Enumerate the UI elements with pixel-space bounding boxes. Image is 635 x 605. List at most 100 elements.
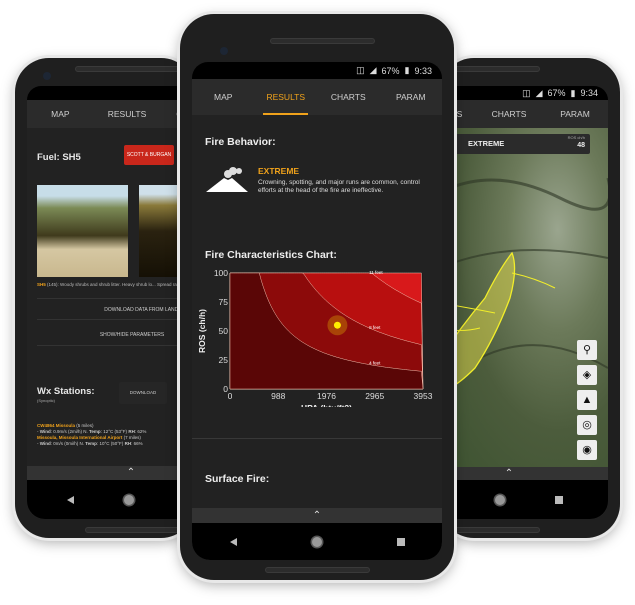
y-tick-label: 75: [219, 297, 229, 307]
fuel-photo-1: [37, 185, 128, 277]
status-bar: [27, 86, 195, 100]
tab-bar: MAP RESULTS CHARTS PARAM: [192, 79, 442, 115]
tab-results[interactable]: RESULTS: [94, 100, 161, 128]
station-distance: (5 miles): [76, 423, 94, 428]
fire-behavior-title: Fire Behavior:: [205, 136, 276, 148]
home-icon[interactable]: [495, 494, 505, 505]
bottom-speaker: [440, 527, 540, 533]
home-icon[interactable]: [311, 536, 322, 547]
station-list: CW4864 Missoula (5 miles) - Wind: 0.9m/s…: [37, 423, 195, 447]
band-label: 8 feet: [369, 325, 381, 330]
screen-center: ◫ ◢ 67% ▮ 9:33 MAP RESULTS CHARTS PARAM …: [192, 62, 442, 560]
bottom-speaker: [265, 567, 370, 573]
back-icon[interactable]: [229, 537, 237, 546]
tab-charts[interactable]: CHARTS: [476, 100, 542, 128]
y-tick-label: 50: [219, 326, 229, 336]
x-tick-label: 2965: [365, 391, 384, 401]
signal-icon: ◢: [369, 65, 377, 75]
download-landfire-button[interactable]: DOWNLOAD DATA FROM LANDFIRE: [37, 298, 195, 320]
y-tick-label: 0: [223, 384, 228, 394]
ros-summary-bar: EXTREME ROS ch/h 48: [440, 134, 590, 154]
y-tick-label: 100: [214, 268, 228, 278]
battery-percent: 67%: [381, 65, 400, 76]
expand-up-button[interactable]: ⌃: [192, 508, 442, 523]
divider: [192, 438, 442, 439]
station-distance: (7 miles): [123, 435, 141, 440]
satellite-map[interactable]: EXTREME ROS ch/h 48 ⚲ ◈ ▲ ◎ ◉: [440, 128, 608, 467]
phone-left: MAP RESULTS CHARTS Fuel: SH5 SCOTT & BUR…: [15, 58, 195, 538]
map-layers-button[interactable]: ◈: [577, 365, 597, 385]
status-bar: ◫ ◢ 67% ▮ 9:34: [440, 86, 608, 100]
recents-icon[interactable]: [396, 537, 405, 546]
nav-bar: [27, 480, 195, 519]
fuel-description: SH5 (145): Woody shrubs and shrub litter…: [37, 282, 195, 288]
y-axis-label: ROS (ch/h): [197, 309, 207, 353]
band-label: 11 feet: [369, 270, 383, 275]
locate-icon: ◎: [582, 419, 592, 431]
screen-right: ◫ ◢ 67% ▮ 9:34 RESULTS CHARTS PARAM EXTR…: [440, 86, 608, 519]
battery-percent: 67%: [547, 88, 566, 98]
fuel-title: Fuel: SH5: [37, 152, 81, 163]
severity-label: EXTREME: [468, 139, 505, 148]
expand-up-button[interactable]: ⌃: [27, 466, 195, 480]
x-tick-label: 1976: [317, 391, 336, 401]
tab-map[interactable]: MAP: [27, 100, 94, 128]
back-icon[interactable]: [67, 495, 74, 504]
ros-value: 48: [577, 142, 585, 149]
x-tick-label: 0: [228, 391, 233, 401]
tab-param[interactable]: PARAM: [542, 100, 608, 128]
map-locate-button[interactable]: ◎: [577, 415, 597, 435]
severity-description: Crowning, spotting, and major runs are c…: [258, 179, 420, 194]
map-navigate-button[interactable]: ▲: [577, 390, 597, 410]
fuel-code: SH5: [37, 282, 46, 287]
vibrate-icon: ◫: [522, 87, 531, 98]
wx-stations-title: Wx Stations:: [37, 386, 95, 397]
bottom-speaker: [85, 527, 195, 533]
screen-left: MAP RESULTS CHARTS Fuel: SH5 SCOTT & BUR…: [27, 86, 195, 519]
station-readings: - Wind: 0m/s (0mi/h) N. Temp: 10°C (50°F…: [37, 441, 143, 446]
x-axis-label: HPA (btu/ft2): [301, 403, 352, 407]
navigate-icon: ▲: [581, 394, 593, 406]
marker-icon: ◉: [582, 444, 592, 456]
signal-icon: ◢: [535, 87, 543, 98]
map-search-button[interactable]: ⚲: [577, 340, 597, 360]
x-tick-label: 988: [271, 391, 285, 401]
tab-param[interactable]: PARAM: [380, 79, 443, 115]
band-label: 4 feet: [369, 360, 381, 365]
phone-right: ◫ ◢ 67% ▮ 9:34 RESULTS CHARTS PARAM EXTR…: [440, 58, 620, 538]
data-point: [333, 321, 341, 329]
nav-bar: [440, 480, 608, 519]
station-name: Missoula, Missoula International Airport: [37, 435, 123, 440]
scott-burgan-button[interactable]: SCOTT & BURGAN: [124, 145, 174, 165]
fire-characteristics-chart[interactable]: 15 feet11 feet8 feet4 feet09881976296539…: [192, 257, 442, 407]
speaker: [440, 66, 540, 72]
tab-results[interactable]: RESULTS: [255, 79, 318, 115]
search-icon: ⚲: [582, 344, 592, 356]
surface-fire-title: Surface Fire:: [205, 473, 270, 485]
tab-bar: RESULTS CHARTS PARAM: [440, 100, 608, 128]
x-tick-label: 3953: [414, 391, 433, 401]
wx-stations-subtitle: (Synoptic): [37, 398, 56, 403]
status-bar: ◫ ◢ 67% ▮ 9:33: [192, 62, 442, 79]
ros-label: ROS ch/h: [567, 135, 585, 140]
map-marker-button[interactable]: ◉: [577, 440, 597, 460]
vibrate-icon: ◫: [356, 65, 365, 75]
clock: 9:34: [580, 88, 598, 98]
expand-up-button[interactable]: ⌃: [440, 467, 608, 480]
camera: [43, 72, 51, 80]
tab-map[interactable]: MAP: [192, 79, 255, 115]
wx-download-button[interactable]: DOWNLOAD: [119, 382, 167, 404]
volcano-icon: [206, 167, 248, 192]
tab-charts[interactable]: CHARTS: [317, 79, 380, 115]
layers-icon: ◈: [582, 369, 592, 381]
phone-center: ◫ ◢ 67% ▮ 9:33 MAP RESULTS CHARTS PARAM …: [180, 14, 454, 580]
nav-bar: [192, 523, 442, 560]
station-name: CW4864 Missoula: [37, 423, 76, 428]
speaker: [75, 66, 185, 72]
recents-icon[interactable]: [555, 495, 563, 504]
severity-label: EXTREME: [258, 166, 300, 176]
speaker: [270, 38, 375, 44]
tab-bar: MAP RESULTS CHARTS: [27, 100, 195, 128]
home-icon[interactable]: [124, 494, 134, 505]
show-hide-parameters-button[interactable]: SHOW/HIDE PARAMETERS: [37, 324, 195, 346]
